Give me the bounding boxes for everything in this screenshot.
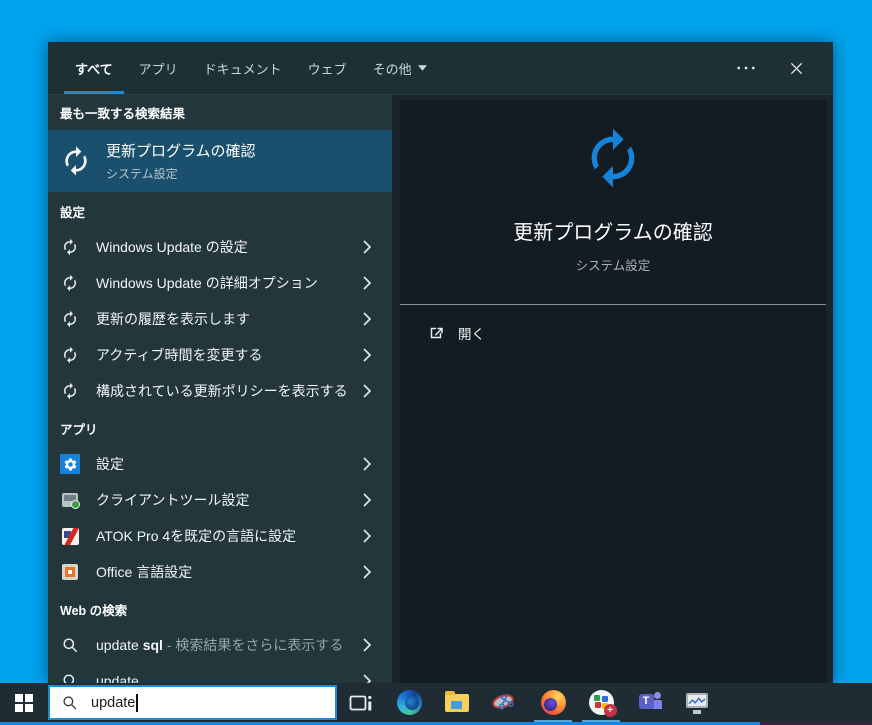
open-action[interactable]: 開く <box>400 305 826 347</box>
results-pane: 最も一致する検索結果 更新プログラムの確認 システム設定 設定 Windows … <box>48 95 392 683</box>
taskbar-item-snipping-tool[interactable] <box>481 683 529 722</box>
chevron-right-icon[interactable] <box>360 456 374 472</box>
result-update-policies[interactable]: 構成されている更新ポリシーを表示する <box>48 373 392 409</box>
chevron-right-icon[interactable] <box>360 564 374 580</box>
desktop: すべて アプリ ドキュメント ウェブ その他 最も一致する検索結果 更新プログラ… <box>0 0 872 725</box>
sync-icon <box>60 273 80 293</box>
tab-actions <box>735 42 833 94</box>
result-windows-update-advanced[interactable]: Windows Update の詳細オプション <box>48 265 392 301</box>
result-app-atok[interactable]: ATOK Pro 4を既定の言語に設定 <box>48 518 392 554</box>
sync-icon <box>60 345 80 365</box>
search-query-text: update <box>91 694 136 711</box>
best-match-title: 更新プログラムの確認 <box>106 143 256 160</box>
sync-icon <box>60 381 80 401</box>
ellipsis-icon <box>736 65 756 71</box>
search-icon <box>60 635 80 655</box>
chevron-down-icon <box>418 65 427 71</box>
taskbar-item-app-badge[interactable]: + <box>577 683 625 722</box>
text-caret <box>136 693 138 712</box>
system-monitor-icon <box>685 692 709 714</box>
preview-title: 更新プログラムの確認 <box>513 222 713 244</box>
windows-logo-icon <box>15 693 33 712</box>
web-result-update-sql[interactable]: update sql - 検索結果をさらに表示する <box>48 627 392 663</box>
search-icon <box>62 695 78 711</box>
firefox-icon <box>540 690 566 715</box>
sync-icon-large <box>581 126 645 190</box>
chevron-right-icon[interactable] <box>360 492 374 508</box>
tab-all[interactable]: すべて <box>62 42 126 94</box>
tab-web[interactable]: ウェブ <box>295 42 360 94</box>
preview-pane: 更新プログラムの確認 システム設定 開く <box>392 95 833 683</box>
file-explorer-icon <box>445 690 469 712</box>
chevron-right-icon[interactable] <box>360 528 374 544</box>
sync-icon <box>60 237 80 257</box>
taskbar-item-teams[interactable]: T <box>625 683 673 722</box>
section-header-settings: 設定 <box>60 206 86 220</box>
taskbar-item-file-explorer[interactable] <box>433 683 481 722</box>
result-app-settings[interactable]: 設定 <box>48 446 392 482</box>
chevron-right-icon[interactable] <box>360 347 374 363</box>
taskbar-item-firefox[interactable] <box>529 683 577 722</box>
web-result-update[interactable]: update <box>48 663 392 683</box>
tab-more[interactable]: その他 <box>360 42 440 94</box>
chevron-right-icon[interactable] <box>360 275 374 291</box>
tab-all-label: すべて <box>75 61 113 77</box>
task-view-button[interactable] <box>337 683 385 722</box>
edge-icon <box>396 690 422 715</box>
launch-icon <box>427 324 445 342</box>
tab-apps-label: アプリ <box>138 61 178 77</box>
chevron-right-icon[interactable] <box>360 311 374 327</box>
tab-documents[interactable]: ドキュメント <box>191 42 295 94</box>
task-view-icon <box>349 693 373 713</box>
close-icon <box>789 61 804 76</box>
result-windows-update-settings[interactable]: Windows Update の設定 <box>48 229 392 265</box>
taskbar-search-input[interactable]: update <box>48 685 337 720</box>
tab-apps[interactable]: アプリ <box>126 42 191 94</box>
teams-icon: T <box>637 691 662 714</box>
client-tools-icon <box>62 493 80 509</box>
tab-documents-label: ドキュメント <box>203 61 282 77</box>
options-button[interactable] <box>735 57 757 79</box>
chevron-right-icon[interactable] <box>360 673 374 683</box>
settings-gear-icon <box>60 454 80 474</box>
result-active-hours[interactable]: アクティブ時間を変更する <box>48 337 392 373</box>
best-match-item[interactable]: 更新プログラムの確認 システム設定 <box>48 130 392 192</box>
sync-icon <box>60 309 80 329</box>
section-header-apps: アプリ <box>60 423 98 437</box>
result-app-client-tools[interactable]: クライアントツール設定 <box>48 482 392 518</box>
tab-more-label: その他 <box>372 61 412 77</box>
snipping-tool-icon <box>490 691 518 714</box>
search-tabbar: すべて アプリ ドキュメント ウェブ その他 <box>48 42 833 95</box>
office-language-icon <box>62 564 78 580</box>
open-label: 開く <box>458 327 485 342</box>
preview-card: 更新プログラムの確認 システム設定 開く <box>400 100 826 683</box>
best-match-text: 更新プログラムの確認 システム設定 <box>106 140 256 182</box>
start-button[interactable] <box>0 683 48 722</box>
taskbar-item-system-monitor[interactable] <box>673 683 721 722</box>
close-button[interactable] <box>785 57 807 79</box>
best-match-header: 最も一致する検索結果 <box>60 107 186 121</box>
best-match-subtitle: システム設定 <box>106 167 178 181</box>
result-update-history[interactable]: 更新の履歴を表示します <box>48 301 392 337</box>
preview-subtitle: システム設定 <box>575 259 651 273</box>
search-flyout: すべて アプリ ドキュメント ウェブ その他 最も一致する検索結果 更新プログラ… <box>48 42 833 683</box>
atok-icon <box>61 527 79 545</box>
taskbar-item-edge[interactable] <box>385 683 433 722</box>
sync-icon <box>60 145 92 177</box>
search-icon <box>60 671 80 683</box>
app-with-plus-badge-icon: + <box>588 690 617 717</box>
tab-web-label: ウェブ <box>307 61 347 77</box>
chevron-right-icon[interactable] <box>360 637 374 653</box>
section-header-web: Web の検索 <box>60 604 128 618</box>
taskbar: update + T <box>0 683 872 722</box>
chevron-right-icon[interactable] <box>360 239 374 255</box>
chevron-right-icon[interactable] <box>360 383 374 399</box>
result-app-office-language[interactable]: Office 言語設定 <box>48 554 392 590</box>
search-results-body: 最も一致する検索結果 更新プログラムの確認 システム設定 設定 Windows … <box>48 95 833 683</box>
